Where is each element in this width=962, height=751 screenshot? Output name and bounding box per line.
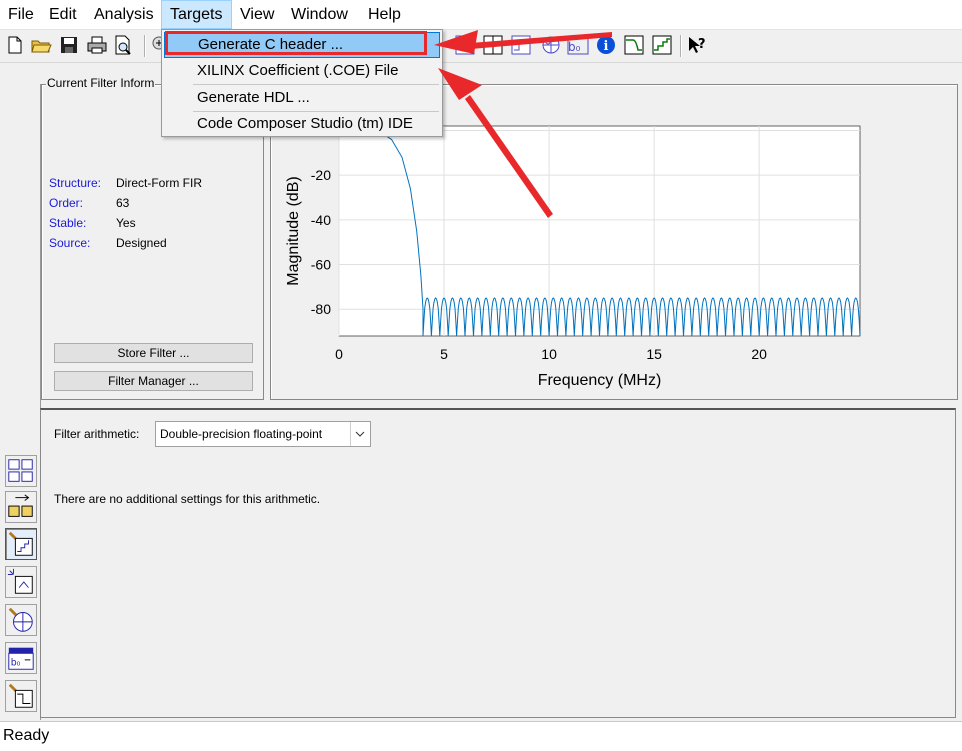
arithmetic-note: There are no additional settings for thi… xyxy=(54,492,321,506)
stable-value: Yes xyxy=(116,216,136,230)
order-label: Order: xyxy=(49,196,84,210)
realize-model-icon[interactable] xyxy=(5,491,37,523)
design-filter-icon[interactable] xyxy=(5,604,37,636)
pole-zero-plot-icon[interactable] xyxy=(540,34,562,56)
pole-zero-editor-icon[interactable] xyxy=(5,566,37,598)
svg-text:i: i xyxy=(604,39,609,54)
x-axis-label: Frequency (MHz) xyxy=(538,372,662,389)
menu-analysis[interactable]: Analysis xyxy=(86,0,161,29)
y-tick-label: -40 xyxy=(311,212,331,228)
multirate-design-icon[interactable] xyxy=(5,680,37,712)
phase-response-icon[interactable] xyxy=(454,34,476,56)
magnitude-response-icon[interactable] xyxy=(623,34,645,56)
y-tick-label: -60 xyxy=(311,257,331,273)
toolbar-separator xyxy=(144,35,146,57)
print-icon[interactable] xyxy=(86,34,108,56)
menu-bar: File Edit Analysis Targets View Window H… xyxy=(0,0,962,30)
stable-label: Stable: xyxy=(49,216,87,230)
menu-file[interactable]: File xyxy=(0,0,41,29)
menu-targets[interactable]: Targets xyxy=(161,0,232,29)
whats-this-help-icon[interactable]: ? xyxy=(686,34,708,56)
menu-help[interactable]: Help xyxy=(360,0,408,29)
status-text: Ready xyxy=(3,727,50,744)
y-axis-label: Magnitude (dB) xyxy=(285,176,302,285)
y-tick-label: -80 xyxy=(311,301,331,317)
x-tick-label: 15 xyxy=(646,346,662,362)
filter-info-icon[interactable]: i xyxy=(595,34,617,56)
x-tick-label: 0 xyxy=(335,346,343,362)
status-bar: Ready xyxy=(0,721,962,751)
group-delay-icon[interactable] xyxy=(651,34,673,56)
menu-item-generate-hdl[interactable]: Generate HDL ... xyxy=(164,85,440,111)
filter-coefficients-icon[interactable]: b₀ xyxy=(567,34,589,56)
svg-text:b₀: b₀ xyxy=(568,40,581,54)
chevron-down-icon xyxy=(350,422,365,446)
x-tick-label: 10 xyxy=(541,346,557,362)
new-file-icon[interactable] xyxy=(4,34,26,56)
structure-value: Direct-Form FIR xyxy=(116,176,202,190)
transform-filter-icon[interactable] xyxy=(5,455,37,487)
save-icon[interactable] xyxy=(58,34,80,56)
menu-window[interactable]: Window xyxy=(283,0,360,29)
set-quantization-icon[interactable] xyxy=(5,528,37,560)
menu-edit[interactable]: Edit xyxy=(41,0,86,29)
menu-view[interactable]: View xyxy=(232,0,283,29)
print-preview-icon[interactable] xyxy=(112,34,134,56)
filter-arithmetic-value: Double-precision floating-point xyxy=(160,427,323,441)
step-response-icon[interactable] xyxy=(510,34,532,56)
menu-item-code-composer-studio[interactable]: Code Composer Studio (tm) IDE xyxy=(164,111,440,137)
impulse-response-icon[interactable] xyxy=(482,34,504,56)
store-filter-button[interactable]: Store Filter ... xyxy=(54,343,253,363)
toolbar-separator xyxy=(680,35,682,57)
x-tick-label: 5 xyxy=(440,346,448,362)
source-label: Source: xyxy=(49,236,91,250)
filter-manager-button[interactable]: Filter Manager ... xyxy=(54,371,253,391)
source-value: Designed xyxy=(116,236,167,250)
filter-arithmetic-label: Filter arithmetic: xyxy=(54,427,140,441)
x-tick-label: 20 xyxy=(751,346,767,362)
structure-label: Structure: xyxy=(49,176,102,190)
svg-text:b₀: b₀ xyxy=(11,658,21,669)
toolbar: b₀ i ? xyxy=(0,30,962,63)
svg-text:?: ? xyxy=(698,37,706,52)
open-folder-icon[interactable] xyxy=(30,34,52,56)
filter-info-title: Current Filter Inform xyxy=(46,76,156,90)
filter-arithmetic-select[interactable]: Double-precision floating-point xyxy=(155,421,371,447)
annotation-highlight-box xyxy=(165,31,427,55)
menu-item-xilinx-coe-file[interactable]: XILINX Coefficient (.COE) File xyxy=(164,58,440,84)
order-value: 63 xyxy=(116,196,130,210)
arithmetic-panel xyxy=(40,408,956,718)
import-filter-icon[interactable]: b₀ xyxy=(5,642,37,674)
y-tick-label: -20 xyxy=(311,167,331,183)
